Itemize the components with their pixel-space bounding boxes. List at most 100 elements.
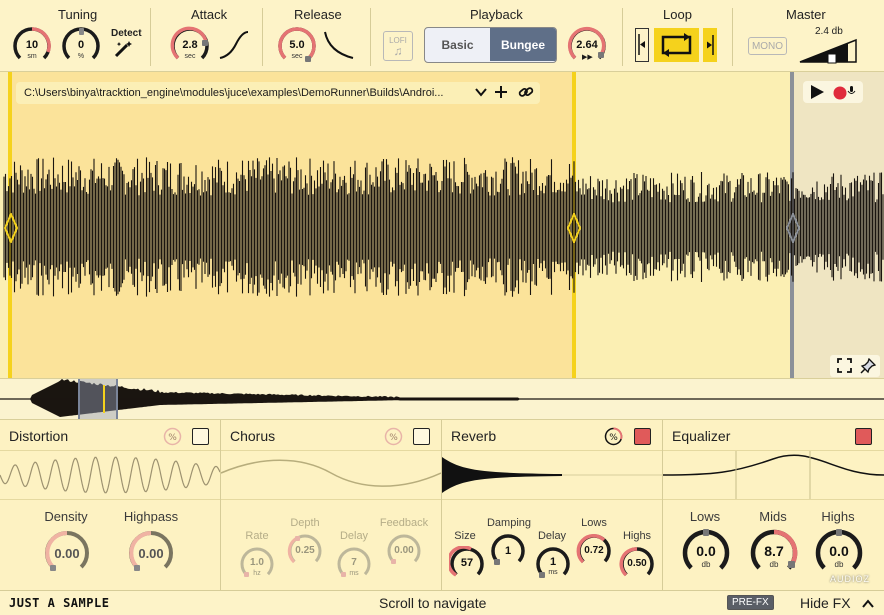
percent-knob-icon[interactable]: % <box>604 427 623 446</box>
end-handle-icon[interactable] <box>566 211 582 248</box>
reverb-highs-knob[interactable]: 0.50 <box>619 546 655 582</box>
percent-knob-icon[interactable]: % <box>384 427 403 446</box>
playback-label: Playback <box>470 7 523 22</box>
eq-mids-knob[interactable]: 8.7 db <box>749 528 799 578</box>
size-knob[interactable]: 57 <box>446 545 485 582</box>
sample-end-handle-icon[interactable] <box>785 211 801 248</box>
eq-mids-label: Mids <box>759 509 787 524</box>
link-icon[interactable] <box>518 84 534 103</box>
svg-text:%: % <box>389 433 398 443</box>
reverb-lows-knob[interactable]: 0.72 <box>576 533 612 569</box>
equalizer-panel: Equalizer Lows 0.0 db Mids 8.7 db Highs … <box>662 420 884 590</box>
eq-mids-value: 8.7 <box>764 543 784 559</box>
eq-highs-knob[interactable]: 0.0 db <box>814 528 864 578</box>
chorus-enable-checkbox[interactable] <box>413 428 430 445</box>
loop-end-icon <box>707 35 714 55</box>
lofi-button[interactable]: LOFI ♫ <box>383 31 413 61</box>
master-volume-slider[interactable] <box>798 38 860 64</box>
attack-label: Attack <box>191 7 228 22</box>
start-handle-icon[interactable] <box>3 211 19 248</box>
depth-knob[interactable]: 0.25 <box>287 533 323 569</box>
chevron-up-icon[interactable] <box>861 597 875 615</box>
loop-icon <box>661 33 692 57</box>
attack-knob[interactable]: 2.8 sec <box>170 26 210 66</box>
reverb-enable-checkbox[interactable] <box>634 428 651 445</box>
hide-fx-button[interactable]: Hide FX <box>800 595 851 611</box>
loop-toggle-button[interactable] <box>654 28 699 62</box>
overview-waveform <box>0 378 884 417</box>
playback-speed-knob[interactable]: 2.64 ▶▶ <box>567 26 607 66</box>
tuning-semitones-unit: sm <box>27 53 37 60</box>
loop-start-button[interactable] <box>635 28 649 62</box>
tuning-label: Tuning <box>58 7 98 22</box>
attack-curve-icon[interactable] <box>218 30 250 65</box>
mono-button[interactable]: MONO <box>748 37 787 55</box>
tuning-semitones-value: 10 <box>25 39 39 51</box>
damping-value: 1 <box>504 545 512 557</box>
reverb-lows-value: 0.72 <box>584 545 604 556</box>
damping-knob[interactable]: 1 <box>490 533 526 569</box>
chorus-title: Chorus <box>230 428 276 444</box>
density-knob[interactable]: 0.00 <box>43 529 91 577</box>
distortion-title: Distortion <box>9 428 69 444</box>
rate-knob[interactable]: 1.0 hz <box>239 546 275 582</box>
tuning-fine-knob[interactable]: 0 % <box>61 26 101 66</box>
feedback-label: Feedback <box>379 517 429 529</box>
detect-label: Detect <box>111 28 142 39</box>
file-path: C:\Users\binya\tracktion_engine\modules\… <box>24 87 444 99</box>
reverb-delay-knob[interactable]: 1 ms <box>535 546 571 582</box>
pre-fx-button[interactable]: PRE-FX <box>727 595 774 610</box>
percent-knob-icon[interactable]: % <box>163 427 182 446</box>
feedback-knob[interactable]: 0.00 <box>386 533 422 569</box>
top-controls-bar: Tuning 10 sm 0 % Detect Attack 2.8 sec R… <box>0 0 884 72</box>
svg-text:%: % <box>168 433 177 443</box>
eq-lows-unit: db <box>701 560 711 569</box>
file-path-bar: C:\Users\binya\tracktion_engine\modules\… <box>16 82 540 104</box>
basic-mode-button[interactable]: Basic <box>425 28 490 61</box>
reverb-title: Reverb <box>451 428 497 444</box>
chorus-panel: Chorus % Rate 1.0 hz Depth 0.25 Delay 7 … <box>220 420 442 590</box>
divider <box>732 8 733 66</box>
rate-label: Rate <box>245 530 269 542</box>
delay-label: Delay <box>339 530 369 542</box>
add-icon[interactable] <box>494 84 508 103</box>
delay-value: 7 <box>351 557 357 568</box>
release-curve-icon[interactable] <box>323 30 355 65</box>
attack-unit: sec <box>184 53 196 60</box>
playback-speed-value: 2.64 <box>576 39 598 51</box>
eq-highs-unit: db <box>834 560 844 569</box>
waveform-display <box>3 157 884 297</box>
music-note-icon: ♫ <box>393 44 403 58</box>
divider <box>150 8 151 66</box>
delay-knob[interactable]: 7 ms <box>336 546 372 582</box>
chevron-down-icon[interactable] <box>474 84 488 103</box>
delay-unit: ms <box>349 570 359 577</box>
waveform-overview[interactable] <box>0 378 884 420</box>
release-knob[interactable]: 5.0 sec <box>277 26 317 66</box>
logo: JUST A SAMPLE <box>9 596 110 610</box>
reverb-curve <box>442 450 662 500</box>
eq-lows-knob[interactable]: 0.0 db <box>681 528 731 578</box>
fullscreen-icon[interactable] <box>837 358 852 378</box>
highpass-value: 0.00 <box>138 546 164 561</box>
loop-end-button[interactable] <box>703 28 717 62</box>
distortion-enable-checkbox[interactable] <box>192 428 209 445</box>
tuning-semitones-knob[interactable]: 10 sm <box>12 26 52 66</box>
play-icon[interactable] <box>809 84 825 105</box>
highpass-knob[interactable]: 0.00 <box>127 529 175 577</box>
reverb-delay-label: Delay <box>537 530 567 542</box>
magic-wand-icon[interactable] <box>114 40 134 63</box>
eq-lows-label: Lows <box>689 509 721 524</box>
waveform-editor[interactable]: C:\Users\binya\tracktion_engine\modules\… <box>0 72 884 378</box>
eq-highs-label: Highs <box>821 509 855 524</box>
feedback-value: 0.00 <box>394 545 414 556</box>
bungee-mode-button[interactable]: Bungee <box>490 28 556 61</box>
divider <box>262 8 263 66</box>
overview-viewport[interactable] <box>78 379 118 419</box>
scroll-hint: Scroll to navigate <box>379 595 487 611</box>
eq-lows-value: 0.0 <box>696 543 716 559</box>
record-icon[interactable] <box>833 85 857 106</box>
reverb-panel: Reverb % Size 57 Damping 1 Delay 1 ms Lo… <box>442 420 663 590</box>
equalizer-enable-checkbox[interactable] <box>855 428 872 445</box>
pin-icon[interactable] <box>860 357 877 378</box>
